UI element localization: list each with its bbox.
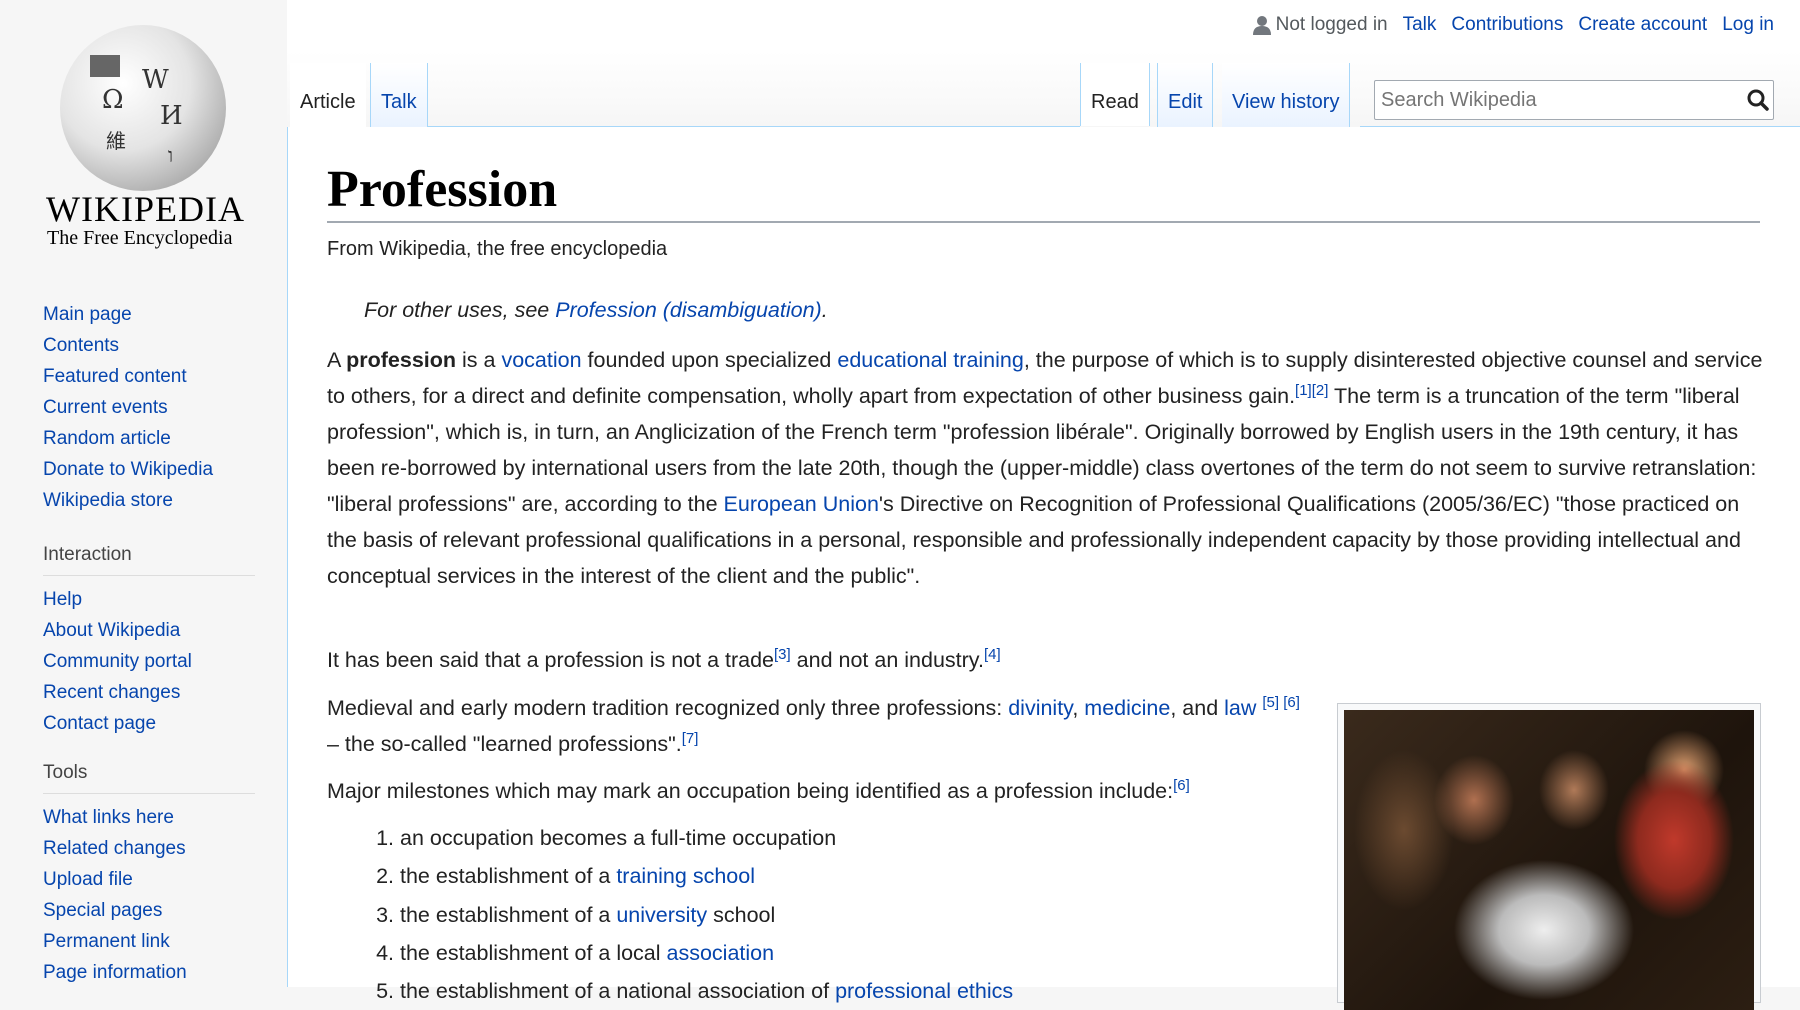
- sidebar-item-upload-file[interactable]: Upload file: [43, 864, 255, 895]
- tab-article[interactable]: Article: [290, 63, 366, 127]
- text: It has been said that a profession is no…: [327, 648, 775, 672]
- link-vocation[interactable]: vocation: [501, 348, 581, 372]
- painting-image[interactable]: [1344, 710, 1754, 1010]
- not-logged-in-text: Not logged in: [1275, 14, 1388, 35]
- wordmark: WIKIPEDIA: [46, 189, 245, 229]
- user-icon: [1252, 16, 1271, 35]
- nav-interaction: Interaction Help About Wikipedia Communi…: [43, 544, 255, 739]
- sidebar-item-page-information[interactable]: Page information: [43, 957, 255, 988]
- site-sub: From Wikipedia, the free encyclopedia: [327, 238, 668, 260]
- citation-5[interactable]: [5]: [1262, 694, 1279, 711]
- contributions-link[interactable]: Contributions: [1451, 14, 1563, 36]
- sidebar-item-special-pages[interactable]: Special pages: [43, 895, 255, 926]
- wikipedia-logo[interactable]: W Ω И 維 ו WIKIPEDIA The Free Encyclopedi…: [40, 20, 250, 260]
- sidebar-item-about[interactable]: About Wikipedia: [43, 615, 255, 646]
- citation-6[interactable]: [6]: [1173, 777, 1190, 794]
- thumbnail-figure: [1337, 703, 1761, 1010]
- list-item: the establishment of a training school: [400, 857, 1013, 895]
- interaction-heading: Interaction: [43, 544, 255, 576]
- disambiguation-link[interactable]: Profession (disambiguation): [555, 298, 822, 322]
- link-university[interactable]: university: [616, 903, 707, 927]
- text: Major milestones which may mark an occup…: [327, 779, 1174, 803]
- paragraph-medieval: Medieval and early modern tradition reco…: [327, 690, 1307, 762]
- sidebar-item-random-article[interactable]: Random article: [43, 423, 255, 454]
- sidebar-item-recent-changes[interactable]: Recent changes: [43, 677, 255, 708]
- link-professional-ethics[interactable]: professional ethics: [835, 979, 1013, 1003]
- hatnote-text: For other uses, see: [364, 298, 556, 322]
- link-training-school[interactable]: training school: [616, 864, 755, 888]
- link-divinity[interactable]: divinity: [1008, 696, 1072, 720]
- search-icon[interactable]: [1746, 88, 1770, 112]
- sidebar-item-store[interactable]: Wikipedia store: [43, 485, 255, 516]
- citation-4[interactable]: [4]: [984, 646, 1001, 663]
- list-item: the establishment of a local association: [400, 934, 1013, 972]
- link-educational-training[interactable]: educational training: [837, 348, 1023, 372]
- login-link[interactable]: Log in: [1722, 14, 1774, 36]
- link-medicine[interactable]: medicine: [1084, 696, 1170, 720]
- text: A: [327, 348, 347, 372]
- sidebar: W Ω И 維 ו WIKIPEDIA The Free Encyclopedi…: [0, 0, 287, 987]
- sidebar-item-contact[interactable]: Contact page: [43, 708, 255, 739]
- list-item: an occupation becomes a full-time occupa…: [400, 819, 1013, 857]
- tab-talk[interactable]: Talk: [370, 63, 428, 127]
- citation-1[interactable]: [1]: [1295, 382, 1312, 399]
- sidebar-item-main-page[interactable]: Main page: [43, 299, 255, 330]
- personal-tools: Not logged in Talk Contributions Create …: [1252, 14, 1774, 36]
- text: , and: [1170, 696, 1225, 720]
- text: is a: [456, 348, 502, 372]
- nav-tools: Tools What links here Related changes Up…: [43, 762, 255, 988]
- milestones-list: an occupation becomes a full-time occupa…: [375, 819, 1013, 1010]
- sidebar-item-related-changes[interactable]: Related changes: [43, 833, 255, 864]
- sidebar-item-help[interactable]: Help: [43, 584, 255, 615]
- paragraph-intro: A profession is a vocation founded upon …: [327, 342, 1767, 594]
- citation-6[interactable]: [6]: [1283, 694, 1300, 711]
- paragraph-milestones: Major milestones which may mark an occup…: [327, 773, 1190, 809]
- link-association[interactable]: association: [667, 941, 775, 965]
- page-title: Profession: [327, 161, 558, 218]
- citation-3[interactable]: [3]: [774, 646, 791, 663]
- bold-term: profession: [346, 348, 457, 372]
- personal-talk-link[interactable]: Talk: [1403, 14, 1437, 36]
- sidebar-item-what-links-here[interactable]: What links here: [43, 802, 255, 833]
- logo-tagline: The Free Encyclopedia: [47, 227, 233, 249]
- citation-7[interactable]: [7]: [682, 730, 699, 747]
- text: ,: [1072, 696, 1085, 720]
- create-account-link[interactable]: Create account: [1578, 14, 1707, 36]
- tools-heading: Tools: [43, 762, 255, 794]
- citation-2[interactable]: [2]: [1312, 382, 1329, 399]
- sidebar-item-current-events[interactable]: Current events: [43, 392, 255, 423]
- tab-view-history[interactable]: View history: [1222, 63, 1351, 127]
- paragraph-trade: It has been said that a profession is no…: [327, 642, 1001, 678]
- list-item: the establishment of a university school: [400, 896, 1013, 934]
- sidebar-item-permanent-link[interactable]: Permanent link: [43, 926, 255, 957]
- title-divider: [327, 221, 1760, 223]
- list-item: the establishment of a national associat…: [400, 972, 1013, 1010]
- search-input[interactable]: [1374, 80, 1774, 120]
- nav-main: Main page Contents Featured content Curr…: [43, 299, 255, 516]
- sidebar-item-community-portal[interactable]: Community portal: [43, 646, 255, 677]
- text: – the so-called "learned professions".: [327, 732, 682, 756]
- text: Medieval and early modern tradition reco…: [327, 696, 1009, 720]
- hatnote-text: .: [821, 298, 828, 322]
- link-european-union[interactable]: European Union: [724, 492, 879, 516]
- tab-read[interactable]: Read: [1080, 63, 1150, 126]
- login-status: Not logged in: [1252, 14, 1388, 36]
- sidebar-item-donate[interactable]: Donate to Wikipedia: [43, 454, 255, 485]
- tab-edit[interactable]: Edit: [1157, 63, 1214, 127]
- text: founded upon specialized: [581, 348, 838, 372]
- puzzle-globe-icon: W Ω И 維 ו: [60, 25, 226, 191]
- text: and not an industry.: [790, 648, 984, 672]
- hatnote: For other uses, see Profession (disambig…: [364, 298, 828, 323]
- link-law[interactable]: law: [1224, 696, 1256, 720]
- sidebar-item-featured-content[interactable]: Featured content: [43, 361, 255, 392]
- sidebar-item-contents[interactable]: Contents: [43, 330, 255, 361]
